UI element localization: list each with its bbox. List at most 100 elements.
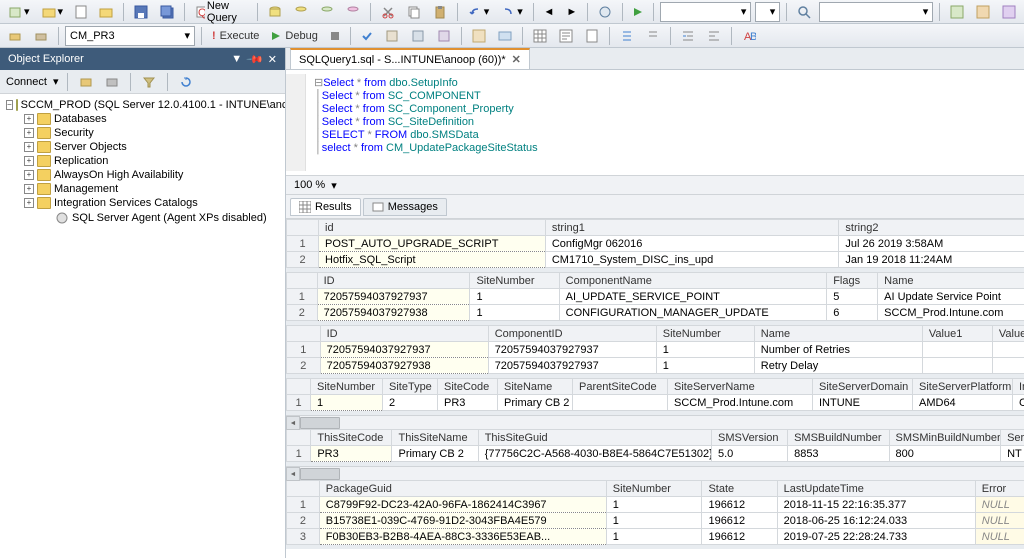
- grid-cell[interactable]: 1: [606, 529, 702, 545]
- grid-cell[interactable]: NULL: [975, 497, 1024, 513]
- grid-cell[interactable]: Retry Delay: [754, 358, 922, 374]
- row-number[interactable]: 2: [287, 305, 318, 321]
- grid-cell[interactable]: NULL: [975, 513, 1024, 529]
- tb-db3-icon[interactable]: [316, 3, 338, 21]
- tb-db4-icon[interactable]: [342, 3, 364, 21]
- debug-button[interactable]: Debug: [267, 28, 321, 44]
- grid-cell[interactable]: POST_AUTO_UPGRADE_SCRIPT: [319, 236, 546, 252]
- oe-connect-label[interactable]: Connect: [6, 76, 47, 88]
- row-number[interactable]: 1: [287, 342, 321, 358]
- tree-node-alwayson[interactable]: +AlwaysOn High Availability: [4, 168, 281, 182]
- grid-cell[interactable]: 5: [827, 289, 878, 305]
- grid-cell[interactable]: 2018-11-15 22:16:35.377: [777, 497, 975, 513]
- grid-cell[interactable]: [922, 358, 992, 374]
- grid-cell[interactable]: [922, 342, 992, 358]
- row-number[interactable]: 2: [287, 358, 321, 374]
- grid-header[interactable]: ThisSiteCode: [311, 430, 392, 446]
- tb-uncomment-icon[interactable]: [642, 27, 664, 45]
- grid-cell[interactable]: INTUNE: [813, 395, 913, 411]
- tb-comment-icon[interactable]: [616, 27, 638, 45]
- grid-cell[interactable]: 196612: [702, 513, 777, 529]
- tb-dropdown-2[interactable]: ▾: [755, 2, 780, 22]
- grid-header[interactable]: Name: [754, 326, 922, 342]
- grid-cell[interactable]: 196612: [702, 529, 777, 545]
- oe-refresh-icon[interactable]: [176, 74, 196, 90]
- zoom-dropdown-icon[interactable]: ▾: [331, 179, 337, 192]
- tb-win1-icon[interactable]: [946, 3, 968, 21]
- tree-node-management[interactable]: +Management: [4, 182, 281, 196]
- grid-cell[interactable]: Jul 26 2019 3:58AM: [839, 236, 1024, 252]
- tb-opt2-icon[interactable]: [494, 27, 516, 45]
- grid-cell[interactable]: 72057594037927937: [488, 358, 656, 374]
- tree-node-server-objects[interactable]: +Server Objects: [4, 140, 281, 154]
- oe-tb2-icon[interactable]: [102, 74, 122, 90]
- grid-header[interactable]: SMSMinBuildNumber: [889, 430, 1001, 446]
- tb-folder-icon[interactable]: [95, 3, 117, 21]
- tb-redo-icon[interactable]: ▾: [497, 3, 527, 21]
- zoom-value[interactable]: 100 %: [294, 179, 325, 191]
- tree-node-sql-agent[interactable]: SQL Server Agent (Agent XPs disabled): [4, 210, 281, 226]
- grid-cell[interactable]: 196612: [702, 497, 777, 513]
- grid-header[interactable]: ServiceAccountName: [1001, 430, 1024, 446]
- grid-cell[interactable]: 1: [470, 305, 559, 321]
- grid-header[interactable]: PackageGuid: [319, 481, 606, 497]
- tb-plan3-icon[interactable]: [433, 27, 455, 45]
- grid-cell[interactable]: Jan 19 2018 11:24AM: [839, 252, 1024, 268]
- row-number[interactable]: 1: [287, 497, 320, 513]
- tb-find-icon[interactable]: [793, 3, 815, 21]
- tree-collapse-icon[interactable]: −: [6, 100, 13, 110]
- result-grid[interactable]: PackageGuidSiteNumberStateLastUpdateTime…: [286, 480, 1024, 545]
- oe-pin2-icon[interactable]: 📌: [245, 50, 264, 69]
- horizontal-scrollbar[interactable]: ◄►: [286, 415, 1024, 429]
- tb-copy-icon[interactable]: [403, 3, 425, 21]
- new-query-button[interactable]: QNew Query: [191, 0, 252, 26]
- grid-cell[interactable]: [992, 358, 1024, 374]
- tree-node-integration[interactable]: +Integration Services Catalogs: [4, 196, 281, 210]
- tb-win3-icon[interactable]: [998, 3, 1020, 21]
- grid-cell[interactable]: C:\Program Files\Mic: [1013, 395, 1024, 411]
- result-grid[interactable]: SiteNumberSiteTypeSiteCodeSiteNameParent…: [286, 378, 1024, 411]
- tb-new-file-icon[interactable]: [71, 3, 91, 21]
- grid-cell[interactable]: NT AUTHORITY\SY: [1001, 446, 1024, 462]
- grid-header[interactable]: SMSVersion: [712, 430, 788, 446]
- grid-cell[interactable]: 1: [656, 342, 754, 358]
- oe-tb1-icon[interactable]: [76, 74, 96, 90]
- grid-cell[interactable]: PR3: [438, 395, 498, 411]
- row-number[interactable]: 1: [287, 236, 319, 252]
- oe-tree[interactable]: − SCCM_PROD (SQL Server 12.0.4100.1 - IN…: [0, 94, 285, 558]
- tb-search-box[interactable]: ▾: [819, 2, 933, 22]
- grid-header[interactable]: SiteNumber: [470, 273, 559, 289]
- tb-db2-icon[interactable]: [290, 3, 312, 21]
- grid-header[interactable]: ComponentName: [559, 273, 827, 289]
- grid-cell[interactable]: 72057594037927937: [317, 289, 470, 305]
- results-tab[interactable]: Results: [290, 198, 361, 216]
- tree-node-security[interactable]: +Security: [4, 126, 281, 140]
- tb-specify-icon[interactable]: AB: [738, 27, 760, 45]
- tb-undo-icon[interactable]: ▾: [464, 3, 494, 21]
- grid-cell[interactable]: 800: [889, 446, 1001, 462]
- tree-node-databases[interactable]: +Databases: [4, 112, 281, 126]
- grid-cell[interactable]: 6: [827, 305, 878, 321]
- tb-results-file-icon[interactable]: [581, 27, 603, 45]
- grid-header[interactable]: SiteServerDomain: [813, 379, 913, 395]
- grid-header[interactable]: ID: [317, 273, 470, 289]
- grid-header[interactable]: SiteName: [498, 379, 573, 395]
- horizontal-scrollbar[interactable]: ◄►: [286, 466, 1024, 480]
- grid-cell[interactable]: 1: [470, 289, 559, 305]
- grid-cell[interactable]: 5.0: [712, 446, 788, 462]
- grid-cell[interactable]: Hotfix_SQL_Script: [319, 252, 546, 268]
- grid-cell[interactable]: {77756C2C-A568-4030-B8E4-5864C7E51302}: [478, 446, 711, 462]
- grid-header[interactable]: Value2: [992, 326, 1024, 342]
- grid-header[interactable]: Value1: [922, 326, 992, 342]
- scroll-left-icon[interactable]: ◄: [286, 467, 300, 481]
- tb-cut-icon[interactable]: [377, 3, 399, 21]
- result-grid[interactable]: IDSiteNumberComponentNameFlagsName172057…: [286, 272, 1024, 321]
- tb-disconnect-icon[interactable]: [30, 27, 52, 45]
- result-grid[interactable]: IDComponentIDSiteNumberNameValue1Value2V…: [286, 325, 1024, 374]
- grid-cell[interactable]: PR3: [311, 446, 392, 462]
- result-grid[interactable]: idstring1string21POST_AUTO_UPGRADE_SCRIP…: [286, 219, 1024, 268]
- row-number[interactable]: 1: [287, 395, 311, 411]
- grid-cell[interactable]: 72057594037927937: [320, 342, 488, 358]
- grid-cell[interactable]: CONFIGURATION_MANAGER_UPDATE: [559, 305, 827, 321]
- tb-nav-fwd-icon[interactable]: ►: [562, 4, 581, 20]
